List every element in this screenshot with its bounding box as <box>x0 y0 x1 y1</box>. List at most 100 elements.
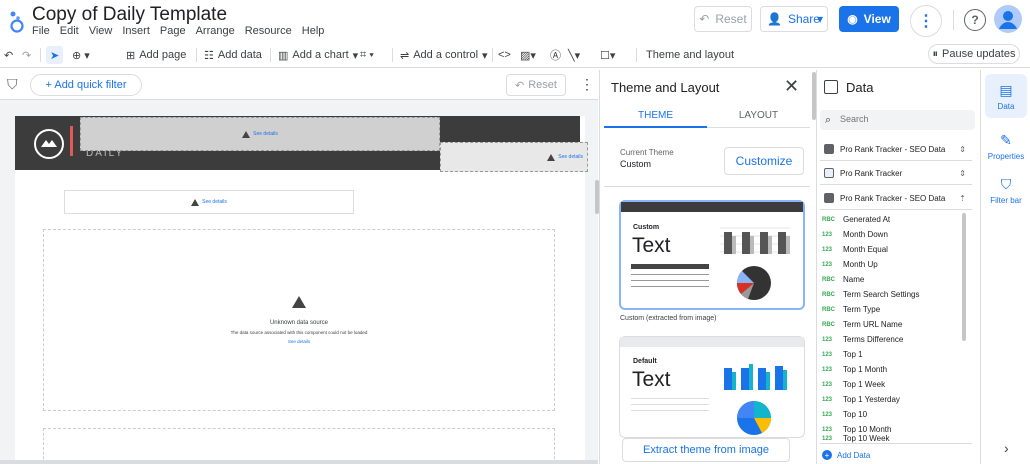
expand-icon[interactable]: ⇕ <box>959 169 966 178</box>
field-item[interactable]: 123 Month Down <box>822 227 888 242</box>
current-theme-label: Current Theme <box>620 148 674 157</box>
canvas-more-icon[interactable]: ⋮ <box>580 76 594 93</box>
field-item[interactable]: RBC Term Type <box>822 302 880 317</box>
broken-component[interactable]: See details <box>64 190 354 214</box>
component-placeholder[interactable] <box>43 428 555 464</box>
canvas-reset-button[interactable]: ↶ Reset <box>506 74 566 96</box>
add-control-button[interactable]: ⇌ Add a control ▾ <box>400 46 488 64</box>
see-details-link[interactable]: See details <box>288 339 310 344</box>
menu-page[interactable]: Page <box>160 25 186 39</box>
field-name: Top 1 Yesterday <box>843 395 900 404</box>
share-dropdown-button[interactable]: ▾ <box>812 6 828 32</box>
field-item[interactable]: RBC Name <box>822 272 864 287</box>
theme-card-sample-text: Text <box>632 234 671 257</box>
expand-icon[interactable]: ⇕ <box>959 145 966 154</box>
add-quick-filter-button[interactable]: + Add quick filter <box>30 74 142 96</box>
field-name: Top 10 Week <box>843 434 890 443</box>
rail-data-label: Data <box>997 102 1015 111</box>
menu-edit[interactable]: Edit <box>60 25 79 39</box>
redo-icon[interactable]: ↷ <box>22 46 31 64</box>
text-icon[interactable]: Ⓐ <box>550 46 561 64</box>
add-data-button[interactable]: ☷ Add data <box>204 46 262 64</box>
select-icon[interactable]: ➤ <box>46 46 64 64</box>
data-table-icon <box>824 80 838 94</box>
report-title[interactable]: Copy of Daily Template <box>32 4 227 26</box>
chevron-right-icon[interactable]: › <box>1004 440 1009 456</box>
field-item[interactable]: RBC Term Search Settings <box>822 287 919 302</box>
field-item[interactable]: 123 Month Up <box>822 257 878 272</box>
field-item[interactable]: 123 Month Equal <box>822 242 888 257</box>
reset-label: Reset <box>715 12 747 26</box>
data-source-item[interactable]: Pro Rank Tracker ⇕ <box>820 162 972 184</box>
broken-component[interactable]: See details <box>80 117 440 151</box>
field-item[interactable]: 123 Top 1 Yesterday <box>822 392 900 407</box>
extract-theme-button[interactable]: Extract theme from image <box>622 438 790 462</box>
menu-insert[interactable]: Insert <box>122 25 150 39</box>
add-data-icon: ☷ <box>204 49 214 62</box>
close-icon[interactable]: ✕ <box>784 76 799 97</box>
menu-help[interactable]: Help <box>302 25 325 39</box>
undo-icon[interactable]: ↶ <box>4 46 13 64</box>
see-details-link[interactable]: See details <box>558 154 583 160</box>
looker-studio-logo[interactable] <box>8 8 24 34</box>
collapse-icon[interactable]: ⇡ <box>959 194 966 203</box>
code-icon[interactable]: <> <box>498 46 511 64</box>
add-chart-button[interactable]: ▥ Add a chart ▾ <box>278 46 358 64</box>
field-item[interactable]: 123 Top 1 <box>822 347 863 362</box>
divider <box>820 443 972 444</box>
field-name: Top 1 Week <box>843 380 886 389</box>
field-item[interactable]: 123 Terms Difference <box>822 332 903 347</box>
help-icon[interactable]: ? <box>964 9 986 31</box>
see-details-link[interactable]: See details <box>202 199 227 205</box>
add-data-link[interactable]: + Add Data <box>822 450 870 460</box>
menu-view[interactable]: View <box>89 25 113 39</box>
sample-line <box>631 410 709 411</box>
shape-icon[interactable]: ☐▾ <box>600 46 615 64</box>
data-source-item-expanded[interactable]: Pro Rank Tracker - SEO Data ⇡ <box>820 187 972 209</box>
field-type-icon: 123 <box>822 426 833 433</box>
field-item[interactable]: RBC Term URL Name <box>822 317 902 332</box>
toolbar: ↶ ↷ ➤ ⊕ ▾ ⊞ Add page ☷ Add data ▥ Add a … <box>0 42 1030 68</box>
horizontal-scrollbar[interactable] <box>0 460 598 464</box>
menu-file[interactable]: File <box>32 25 50 39</box>
reset-button[interactable]: ↶ Reset <box>694 6 752 32</box>
search-input[interactable] <box>840 114 960 124</box>
field-item[interactable]: 123 Top 10 Week <box>822 434 890 443</box>
rail-filter-bar-button[interactable]: ⛉ Filter bar <box>985 172 1027 210</box>
field-list-scrollbar[interactable] <box>962 213 966 341</box>
view-button[interactable]: ◉ View <box>839 6 899 32</box>
customize-button[interactable]: Customize <box>724 147 804 175</box>
line-icon[interactable]: ╲▾ <box>568 46 580 64</box>
add-data-label: Add Data <box>837 450 871 460</box>
field-type-icon: 123 <box>822 246 833 253</box>
add-control-label: Add a control <box>413 49 479 61</box>
field-item[interactable]: RBC Generated At <box>822 212 890 227</box>
tab-theme[interactable]: THEME <box>604 104 707 128</box>
field-item[interactable]: 123 Top 10 <box>822 407 867 422</box>
data-source-item[interactable]: Pro Rank Tracker - SEO Data ⇕ <box>820 138 972 160</box>
menu-resource[interactable]: Resource <box>245 25 292 39</box>
field-item[interactable]: 123 Top 1 Week <box>822 377 885 392</box>
field-item[interactable]: 123 Top 1 Month <box>822 362 887 377</box>
field-type-icon: RBC <box>822 306 835 313</box>
menu-arrange[interactable]: Arrange <box>196 25 235 39</box>
broken-chart-component[interactable]: Unknown data source The data source asso… <box>43 229 555 411</box>
filter-icon[interactable]: ⛉ <box>7 76 18 93</box>
brand-logo-icon <box>34 129 64 159</box>
rail-data-button[interactable]: ▤ Data <box>985 74 1027 118</box>
zoom-icon[interactable]: ⊕ ▾ <box>72 46 90 64</box>
theme-layout-button[interactable]: Theme and layout <box>646 46 734 64</box>
add-page-button[interactable]: ⊞ Add page <box>126 46 186 64</box>
see-details-link[interactable]: See details <box>253 131 278 137</box>
more-options-icon[interactable]: ⋮ <box>910 5 942 37</box>
field-type-icon: 123 <box>822 381 833 388</box>
data-source-label: Pro Rank Tracker - SEO Data <box>840 144 946 154</box>
broken-component[interactable]: See details <box>440 142 588 172</box>
image-icon[interactable]: ▨▾ <box>520 46 536 64</box>
pause-updates-button[interactable]: ⏸ Pause updates <box>928 44 1020 64</box>
field-name: Name <box>843 275 865 284</box>
avatar[interactable] <box>994 5 1022 33</box>
community-viz-icon[interactable]: ⌗ ▾ <box>360 46 374 64</box>
tab-layout[interactable]: LAYOUT <box>707 104 810 128</box>
rail-properties-button[interactable]: ✎ Properties <box>985 128 1027 166</box>
